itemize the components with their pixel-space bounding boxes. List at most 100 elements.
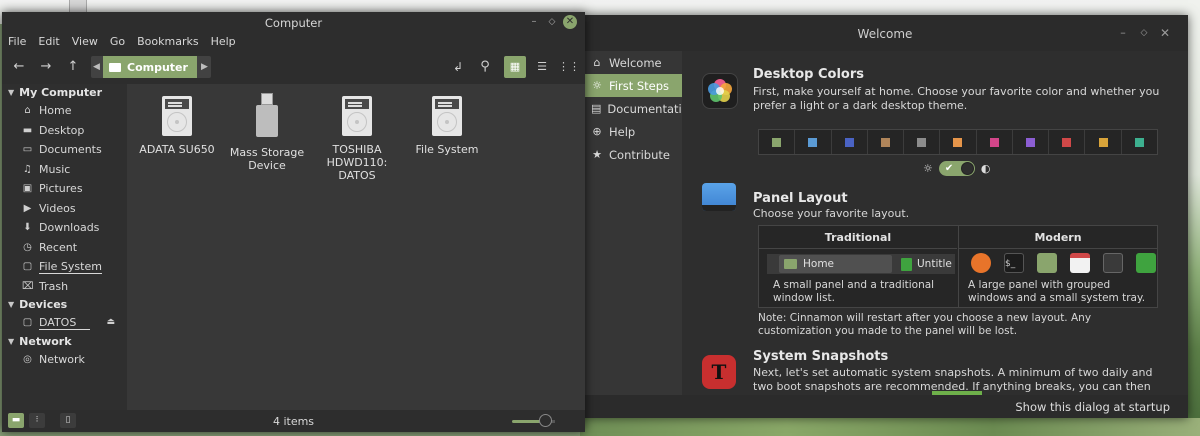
toggle-location-icon[interactable]: ↲ <box>447 56 469 78</box>
desktop-wallpaper-bottom <box>580 418 1200 436</box>
back-arrow-icon[interactable]: ← <box>8 56 30 78</box>
sidebar-item-home[interactable]: ⌂ Home <box>2 101 127 121</box>
swatch-purple <box>1025 137 1035 147</box>
color-swatch[interactable] <box>868 130 905 154</box>
expand-triangle-icon: ▼ <box>8 336 15 346</box>
preview-untitled-label: Untitle <box>917 258 952 270</box>
download-icon: ⬇ <box>23 222 32 234</box>
nav-contribute[interactable]: ★ Contribute <box>582 143 682 166</box>
expand-triangle-icon: ▼ <box>8 88 15 97</box>
sidebar-item-desktop[interactable]: ▬ Desktop <box>2 121 127 141</box>
nav-documentation[interactable]: ▤ Documentation <box>582 97 696 120</box>
sidebar-heading-network[interactable]: ▼ Network <box>2 333 127 350</box>
color-swatch[interactable] <box>1013 130 1050 154</box>
forward-arrow-icon[interactable]: → <box>35 56 57 78</box>
color-swatch[interactable] <box>832 130 868 154</box>
nav-first-steps[interactable]: ☼ First Steps <box>582 74 682 97</box>
search-icon[interactable]: ⚲ <box>474 56 496 78</box>
color-swatch[interactable] <box>904 130 941 154</box>
sidebar-heading-my-computer[interactable]: ▼ My Computer <box>2 84 127 101</box>
panel-layout-title: Panel Layout <box>753 191 848 206</box>
sidebar-item-trash[interactable]: ⌧ Trash <box>2 277 127 297</box>
drive-icon: ▢ <box>22 317 33 329</box>
traditional-heading: Traditional <box>824 231 892 244</box>
eject-icon[interactable]: ⏏ <box>106 317 115 327</box>
nav-contribute-label: Contribute <box>609 147 670 162</box>
layout-traditional[interactable]: Traditional Home Untitle A small panel a… <box>759 226 957 307</box>
breadcrumb-computer[interactable]: Computer <box>103 56 197 78</box>
file-item-toshiba[interactable]: TOSHIBA HDWD110: DATOS <box>315 96 399 182</box>
maximize-icon[interactable]: ◇ <box>545 15 559 29</box>
sidebar-item-label: Downloads <box>39 221 100 235</box>
close-icon[interactable]: ✕ <box>563 15 577 29</box>
sidebar-item-downloads[interactable]: ⬇ Downloads <box>2 218 127 238</box>
show-at-startup-label[interactable]: Show this dialog at startup <box>1015 400 1170 414</box>
snapshots-title: System Snapshots <box>753 349 889 364</box>
desktop-colors-text: First, make yourself at home. Choose you… <box>753 85 1160 112</box>
menu-help[interactable]: Help <box>205 33 242 50</box>
calculator-icon <box>1103 253 1123 273</box>
color-swatch[interactable] <box>795 130 832 154</box>
sidebar-item-network[interactable]: ◎ Network <box>2 350 127 370</box>
color-swatch[interactable] <box>1085 130 1122 154</box>
sidebar-heading-devices[interactable]: ▼ Devices <box>2 296 127 313</box>
dark-theme-toggle[interactable]: ✔ <box>938 161 975 176</box>
usb-drive-icon <box>256 93 278 139</box>
menu-file[interactable]: File <box>2 33 32 50</box>
layout-modern[interactable]: Modern $_ A large panel with grouped win… <box>958 226 1157 307</box>
file-manager-titlebar[interactable]: Computer – ◇ ✕ <box>2 12 585 33</box>
sidebar-item-label: Documents <box>39 143 102 157</box>
sidebar-item-documents[interactable]: ▭ Documents <box>2 140 127 160</box>
home-icon: ⌂ <box>24 105 31 117</box>
breadcrumb: ◀ Computer ▶ <box>91 56 211 78</box>
sidebar-item-label: Music <box>39 162 71 176</box>
file-item-file-system[interactable]: File System <box>405 96 489 156</box>
color-swatch[interactable] <box>759 130 796 154</box>
sidebar-item-music[interactable]: ♫ Music <box>2 160 127 180</box>
terminal-icon: $_ <box>1004 253 1024 273</box>
traditional-desc: A small panel and a traditional window l… <box>773 279 935 304</box>
menu-go[interactable]: Go <box>104 33 131 50</box>
chevron-left-icon[interactable]: ◀ <box>91 56 102 78</box>
color-swatch[interactable] <box>977 130 1013 154</box>
chevron-right-icon[interactable]: ▶ <box>199 56 210 78</box>
maximize-icon[interactable]: ◇ <box>1136 25 1152 41</box>
minimize-icon[interactable]: – <box>1115 25 1131 41</box>
nav-help[interactable]: ⊕ Help <box>582 120 682 143</box>
list-view-button[interactable]: ☰ <box>531 56 553 78</box>
zoom-slider-handle[interactable] <box>539 414 552 427</box>
sidebar-item-recent[interactable]: ◷ Recent <box>2 238 127 258</box>
file-item-label: ADATA SU650 <box>139 143 215 156</box>
minimize-icon[interactable]: – <box>527 15 541 29</box>
file-item-adata[interactable]: ADATA SU650 <box>135 96 219 156</box>
clock-icon: ◷ <box>23 241 32 253</box>
layout-chooser: Traditional Home Untitle A small panel a… <box>758 225 1158 308</box>
compact-view-button[interactable]: ⋮⋮ <box>558 56 580 78</box>
swatch-pink <box>989 137 999 147</box>
color-swatch[interactable] <box>940 130 977 154</box>
menu-edit[interactable]: Edit <box>32 33 65 50</box>
sidebar-item-pictures[interactable]: ▣ Pictures <box>2 179 127 199</box>
welcome-titlebar[interactable]: Welcome – ◇ ✕ <box>582 15 1188 51</box>
file-manager-title: Computer <box>264 16 323 30</box>
sidebar-item-videos[interactable]: ▶ Videos <box>2 199 127 219</box>
swatch-blue <box>844 137 854 147</box>
menu-bookmarks[interactable]: Bookmarks <box>131 33 204 50</box>
preview-window-button: Home <box>779 255 892 273</box>
nav-welcome[interactable]: ⌂ Welcome <box>582 51 682 74</box>
sidebar-item-file-system[interactable]: ▢ File System <box>2 257 127 277</box>
color-swatch[interactable] <box>1122 130 1157 154</box>
folder-icon <box>1037 253 1057 273</box>
icon-view-button[interactable]: ▦ <box>504 56 526 78</box>
menu-view[interactable]: View <box>66 33 104 50</box>
panel-layout-icon <box>702 183 736 211</box>
trash-icon: ⌧ <box>22 280 34 292</box>
color-swatch[interactable] <box>1049 130 1086 154</box>
swatch-red <box>1062 137 1072 147</box>
file-item-mass-storage[interactable]: Mass Storage Device <box>225 93 309 172</box>
up-arrow-icon[interactable]: ↑ <box>62 56 84 78</box>
sidebar-item-datos[interactable]: ▢ DATOS ⏏ <box>2 313 127 333</box>
nav-welcome-label: Welcome <box>609 55 662 70</box>
close-icon[interactable]: ✕ <box>1157 25 1173 41</box>
sidebar-item-label: Trash <box>39 279 69 293</box>
